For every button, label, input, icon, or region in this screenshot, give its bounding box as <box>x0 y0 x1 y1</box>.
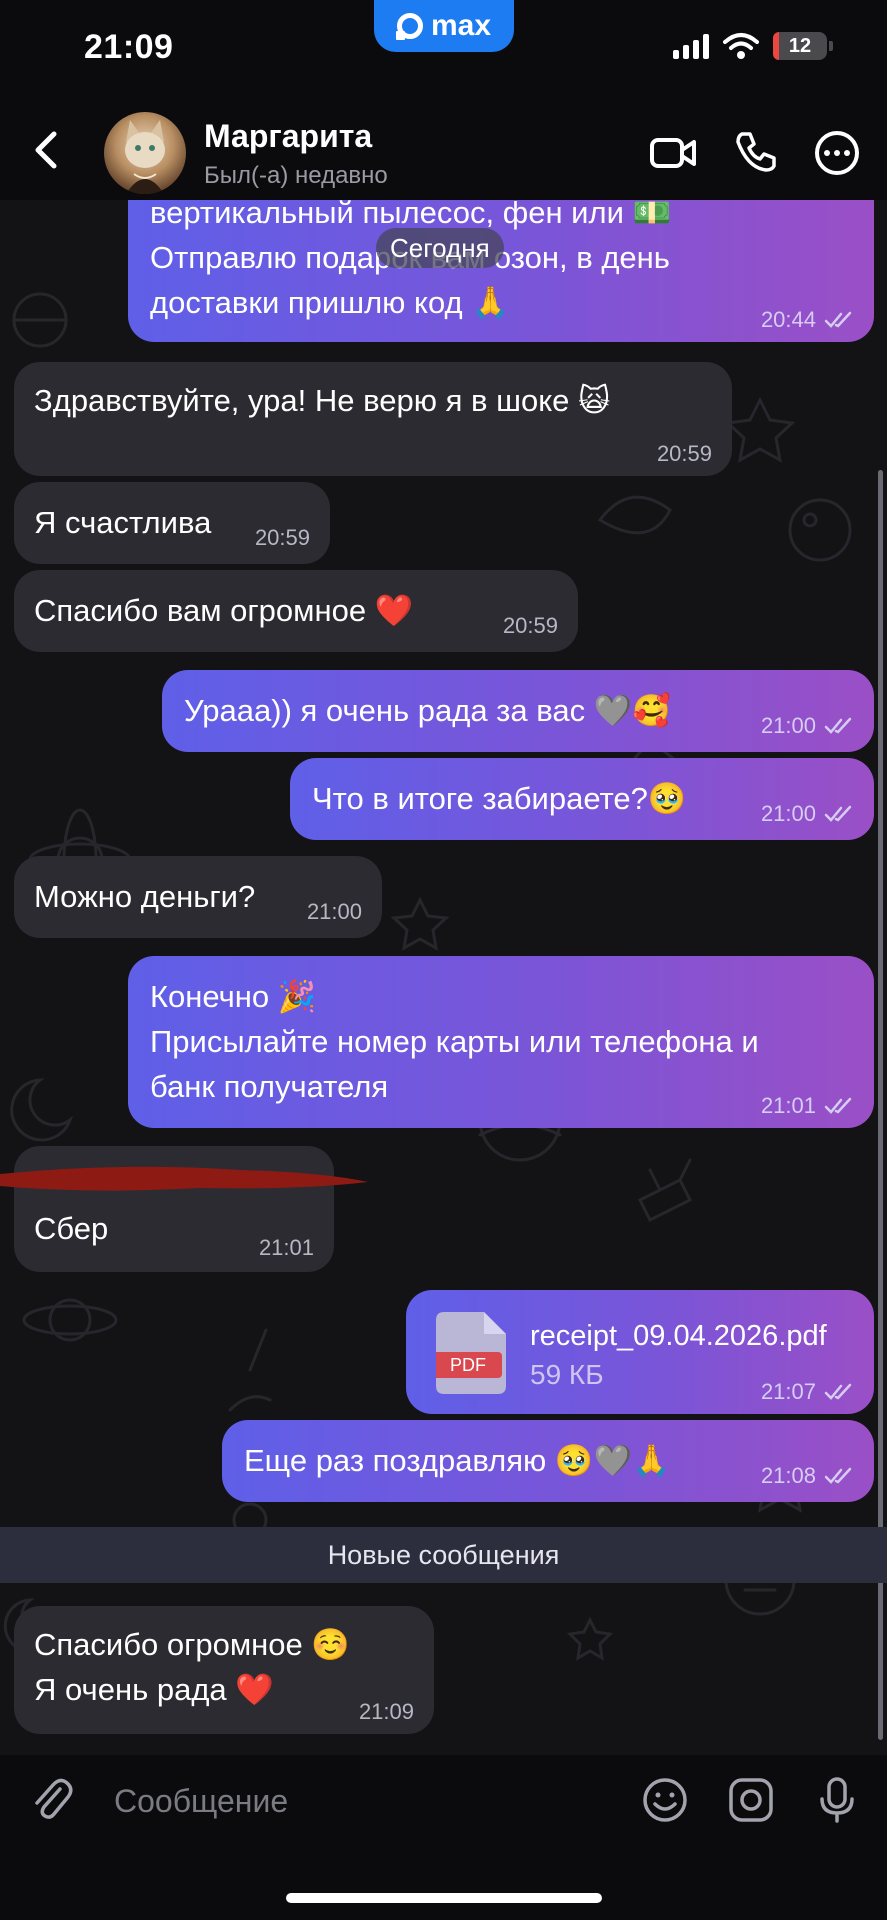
message-time: 21:01 <box>258 1235 314 1260</box>
date-chip: Сегодня <box>376 228 504 268</box>
message-composer: Сообщение <box>0 1755 887 1920</box>
max-app-pill[interactable]: max <box>374 0 514 52</box>
message-time: 20:59 <box>656 441 712 466</box>
message-line: Я очень рада ❤️ <box>34 1672 274 1707</box>
read-checkmarks-icon <box>824 805 852 822</box>
message-line: Конечно 🎉 <box>150 979 317 1014</box>
status-time: 21:09 <box>84 28 174 66</box>
message-outgoing[interactable]: Конечно 🎉 Присылайте номер карты или тел… <box>128 956 874 1128</box>
home-indicator[interactable] <box>286 1893 602 1903</box>
message-time: 21:08 <box>760 1463 816 1488</box>
file-message[interactable]: PDF receipt_09.04.2026.pdf 59 КБ 21:07 <box>406 1290 874 1414</box>
message-input[interactable]: Сообщение <box>100 1765 714 1837</box>
signal-icon <box>673 33 709 59</box>
message-time: 20:44 <box>760 307 816 332</box>
message-incoming[interactable]: Здравствуйте, ура! Не верю я в шоке 🙀 20… <box>14 362 732 476</box>
read-checkmarks-icon <box>824 717 852 734</box>
message-time: 20:59 <box>502 613 558 638</box>
message-incoming[interactable]: Спасибо вам огромное ❤️ 20:59 <box>14 570 578 652</box>
battery-icon: 12 <box>773 32 833 60</box>
new-messages-divider: Новые сообщения <box>0 1527 887 1583</box>
redaction-mark <box>0 1166 368 1191</box>
message-line: Что в итоге забираете?🥹 <box>312 781 687 816</box>
message-outgoing[interactable]: Что в итоге забираете?🥹 21:00 <box>290 758 874 840</box>
message-line: Еще раз поздравляю 🥹🩶🙏 <box>244 1443 671 1478</box>
message-outgoing[interactable]: Еще раз поздравляю 🥹🩶🙏 21:08 <box>222 1420 874 1502</box>
back-arrow-icon[interactable] <box>24 126 72 174</box>
message-time: 21:00 <box>760 713 816 738</box>
message-time: 20:59 <box>254 525 310 550</box>
paperclip-icon[interactable] <box>26 1775 76 1825</box>
pdf-badge: PDF <box>450 1355 486 1375</box>
read-checkmarks-icon <box>824 1383 852 1400</box>
message-line: Здравствуйте, ура! Не верю я в шоке 🙀 <box>34 383 611 418</box>
message-incoming[interactable]: Можно деньги? 21:00 <box>14 856 382 938</box>
file-size: 59 КБ <box>530 1359 604 1390</box>
message-line: Спасибо огромное ☺️ <box>34 1627 350 1662</box>
avatar[interactable] <box>104 112 186 194</box>
camera-icon[interactable] <box>726 1775 776 1825</box>
microphone-icon[interactable] <box>812 1775 862 1825</box>
message-line: Присылайте номер карты или телефона и <box>150 1024 759 1059</box>
more-options-icon[interactable] <box>812 128 862 178</box>
message-time: 21:00 <box>760 801 816 826</box>
message-time: 21:07 <box>760 1379 816 1404</box>
battery-level: 12 <box>788 34 812 57</box>
message-line: Сбер <box>34 1211 109 1246</box>
message-line: Спасибо вам огромное ❤️ <box>34 593 414 628</box>
video-call-icon[interactable] <box>648 128 698 178</box>
message-line: Урааа)) я очень рада за вас 🩶🥰 <box>184 693 671 728</box>
message-incoming[interactable]: Я счастлива 20:59 <box>14 482 330 564</box>
message-line: доставки пришлю код 🙏 <box>150 285 510 320</box>
message-line: банк получателя <box>150 1069 389 1104</box>
wifi-icon <box>723 33 759 59</box>
message-outgoing[interactable]: Урааа)) я очень рада за вас 🩶🥰 21:00 <box>162 670 874 752</box>
max-logo-icon <box>395 13 423 40</box>
emoji-icon[interactable] <box>640 1775 690 1825</box>
read-checkmarks-icon <box>824 311 852 328</box>
message-time: 21:00 <box>306 899 362 924</box>
contact-name[interactable]: Маргарита <box>204 118 372 155</box>
contact-status: Был(-а) недавно <box>204 162 388 189</box>
read-checkmarks-icon <box>824 1097 852 1114</box>
message-time: 21:01 <box>760 1093 816 1118</box>
message-time: 21:09 <box>358 1699 414 1724</box>
message-incoming[interactable]: Спасибо огромное ☺️ Я очень рада ❤️ 21:0… <box>14 1606 434 1734</box>
chat-header: Маргарита Был(-а) недавно <box>0 100 887 200</box>
status-bar: 21:09 max 12 <box>0 0 887 100</box>
phone-call-icon[interactable] <box>730 128 780 178</box>
max-app-label: max <box>430 9 492 42</box>
read-checkmarks-icon <box>824 1467 852 1484</box>
message-line: Можно деньги? <box>34 879 256 914</box>
message-line: Я счастлива <box>34 505 212 540</box>
